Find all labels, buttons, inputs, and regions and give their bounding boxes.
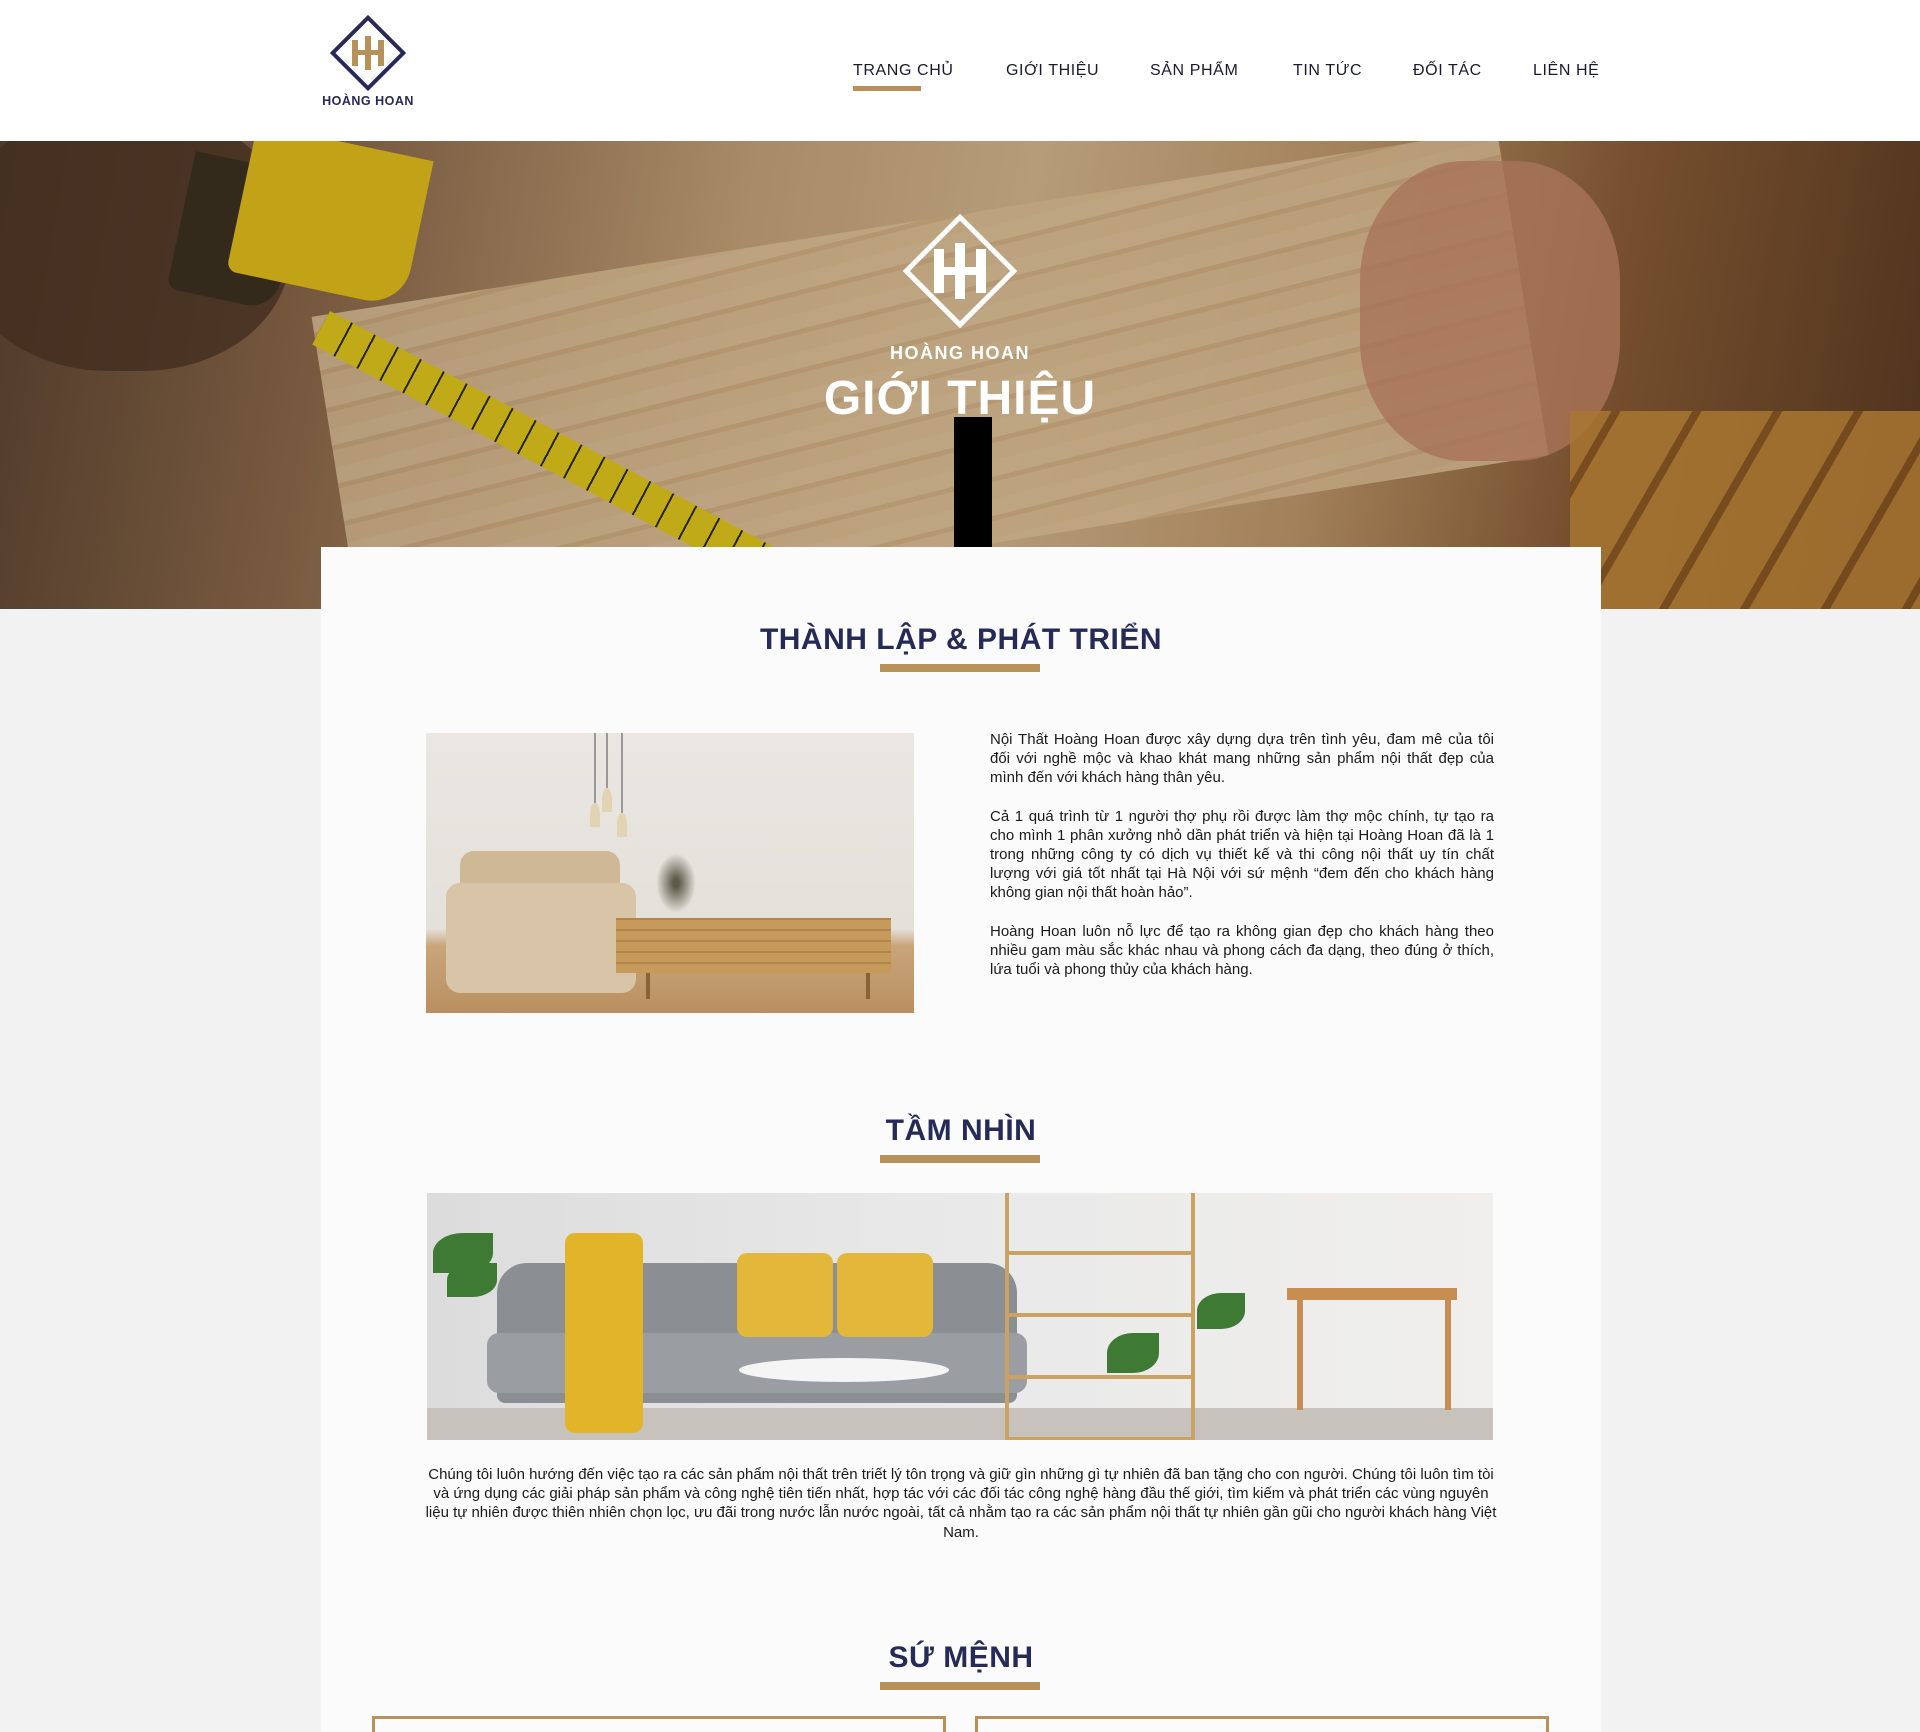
nav-item-trang-chu[interactable]: TRANG CHỦ [853,62,954,91]
vision-text: Chúng tôi luôn hướng đến việc tạo ra các… [425,1466,1497,1541]
about-paragraph: Cả 1 quá trình từ 1 người thợ phụ rồi đư… [990,807,1494,902]
hero-brand-name: HOÀNG HOAN [890,343,1030,363]
hero-logo-icon [896,207,1024,335]
main-nav: TRANG CHỦ GIỚI THIỆU SẢN PHẨM TIN TỨC ĐỐ… [0,62,1920,102]
about-title: THÀNH LẬP & PHÁT TRIỂN [759,623,1163,656]
nav-item-lien-he[interactable]: LIÊN HỆ [1533,62,1599,80]
nav-item-san-pham[interactable]: SẢN PHẨM [1150,62,1238,80]
mission-title: SỨ MỆNH [888,1641,1034,1674]
mission-box-left [372,1716,946,1732]
nav-item-tin-tuc[interactable]: TIN TỨC [1293,62,1362,80]
nav-item-doi-tac[interactable]: ĐỐI TÁC [1413,62,1482,80]
living-room-image [426,733,914,1013]
site-header: HOÀNG HOAN TRANG CHỦ GIỚI THIỆU SẢN PHẨM… [0,0,1920,141]
mission-box-right [975,1716,1549,1732]
mission-title-underline [880,1682,1040,1690]
vision-title: TẦM NHÌN [885,1114,1037,1147]
about-paragraph: Nội Thất Hoàng Hoan được xây dựng dựa tr… [990,731,1494,787]
vision-title-underline [880,1155,1040,1163]
hero-dark-bar [954,417,992,549]
interior-banner-image [427,1193,1493,1440]
nav-item-gioi-thieu[interactable]: GIỚI THIỆU [1006,62,1099,80]
about-text: Nội Thất Hoàng Hoan được xây dựng dựa tr… [990,730,1494,998]
hero-banner: HOÀNG HOAN GIỚI THIỆU [0,141,1920,609]
content-card: THÀNH LẬP & PHÁT TRIỂN Nội Thất Hoàng Ho… [321,547,1601,1732]
about-paragraph: Hoàng Hoan luôn nỗ lực để tạo ra không g… [990,922,1494,979]
about-title-underline [880,664,1040,672]
